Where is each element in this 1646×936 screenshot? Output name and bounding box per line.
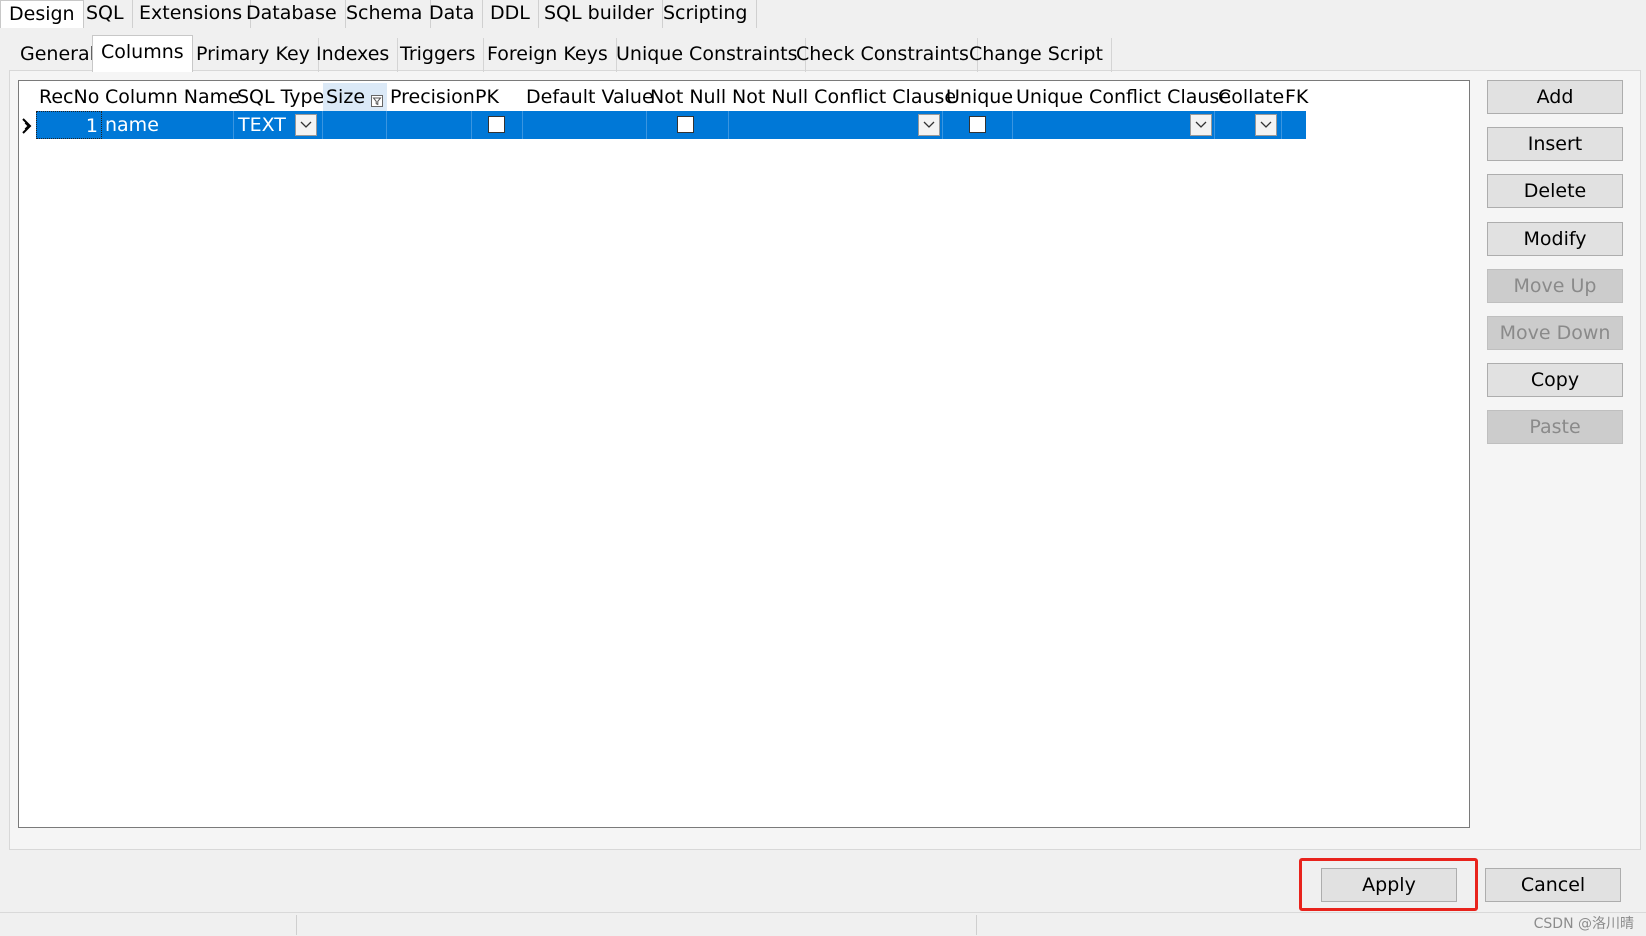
sql-type-dropdown-button[interactable] [295, 114, 317, 136]
table-row[interactable]: 1 name TEXT [36, 111, 1306, 139]
insert-button[interactable]: Insert [1487, 127, 1623, 161]
watermark-text: CSDN @洛川晴 [1533, 916, 1634, 932]
tab-data[interactable]: Data [421, 0, 484, 28]
tab-unique-constraints[interactable]: Unique Constraints [608, 38, 807, 72]
cell-default-value[interactable] [523, 111, 647, 139]
cell-sql-type[interactable]: TEXT [234, 111, 323, 139]
editor-tab-bar: Design SQL Extensions Database Schema Da… [0, 0, 1646, 28]
tab-general[interactable]: General [12, 38, 104, 72]
header-precision[interactable]: Precision [387, 83, 475, 111]
header-fk[interactable]: FK [1282, 83, 1342, 111]
modify-button[interactable]: Modify [1487, 222, 1623, 256]
header-default-value[interactable]: Default Value [523, 83, 654, 111]
cell-not-null[interactable] [647, 111, 729, 139]
status-separator [296, 915, 297, 935]
header-not-null[interactable]: Not Null [647, 83, 729, 111]
cell-unique[interactable] [943, 111, 1013, 139]
tab-primary-key[interactable]: Primary Key [188, 38, 319, 72]
tab-sql-builder[interactable]: SQL builder [536, 0, 663, 28]
paste-button[interactable]: Paste [1487, 410, 1623, 444]
chevron-down-icon [1195, 121, 1207, 128]
tab-database[interactable]: Database [238, 0, 346, 28]
unique-checkbox[interactable] [969, 116, 986, 133]
tab-check-constraints[interactable]: Check Constraints [788, 38, 978, 72]
header-size[interactable]: Size [323, 83, 387, 111]
header-size-label: Size [326, 86, 366, 108]
cell-precision[interactable] [387, 111, 472, 139]
collate-dropdown-button[interactable] [1255, 114, 1277, 136]
tab-design[interactable]: Design [0, 0, 84, 28]
header-sql-type[interactable]: SQL Type [234, 83, 324, 111]
tab-schema[interactable]: Schema [338, 0, 432, 28]
status-bar [0, 912, 1646, 936]
filter-icon[interactable] [371, 87, 383, 107]
header-recno[interactable]: RecNo [36, 83, 102, 111]
chevron-down-icon [1260, 121, 1272, 128]
add-button[interactable]: Add [1487, 80, 1623, 114]
header-unique[interactable]: Unique [943, 83, 1013, 111]
tab-columns[interactable]: Columns [92, 35, 193, 72]
cancel-button[interactable]: Cancel [1485, 868, 1621, 902]
move-up-button[interactable]: Move Up [1487, 269, 1623, 303]
cell-recno[interactable]: 1 [36, 111, 102, 139]
cell-fk[interactable] [1282, 111, 1306, 139]
unique-conflict-dropdown-button[interactable] [1190, 114, 1212, 136]
cell-column-name[interactable]: name [102, 111, 234, 139]
header-column-name[interactable]: Column Name [102, 83, 240, 111]
header-not-null-conflict-clause[interactable]: Not Null Conflict Clause [729, 83, 956, 111]
cell-collate[interactable] [1215, 111, 1282, 139]
not-null-checkbox[interactable] [677, 116, 694, 133]
cell-not-null-conflict-clause[interactable] [729, 111, 943, 139]
sql-type-value: TEXT [238, 114, 286, 136]
current-row-indicator-icon [22, 117, 32, 134]
tab-change-script[interactable]: Change Script [961, 38, 1112, 72]
tab-scripting[interactable]: Scripting [655, 0, 757, 28]
header-pk[interactable]: PK [472, 83, 523, 111]
chevron-down-icon [300, 121, 312, 128]
not-null-conflict-dropdown-button[interactable] [918, 114, 940, 136]
cell-pk[interactable] [472, 111, 523, 139]
chevron-down-icon [923, 121, 935, 128]
tab-ddl[interactable]: DDL [482, 0, 539, 28]
tab-sql[interactable]: SQL [78, 0, 133, 28]
delete-button[interactable]: Delete [1487, 174, 1623, 208]
tab-indexes[interactable]: Indexes [308, 38, 399, 72]
move-down-button[interactable]: Move Down [1487, 316, 1623, 350]
status-separator [976, 915, 977, 935]
pk-checkbox[interactable] [488, 116, 505, 133]
cell-unique-conflict-clause[interactable] [1013, 111, 1215, 139]
tab-triggers[interactable]: Triggers [392, 38, 485, 72]
cell-size[interactable] [323, 111, 387, 139]
header-collate[interactable]: Collate [1215, 83, 1284, 111]
apply-button[interactable]: Apply [1321, 868, 1457, 902]
columns-grid[interactable]: RecNo Column Name SQL Type Size Precisio… [18, 80, 1470, 828]
copy-button[interactable]: Copy [1487, 363, 1623, 397]
tab-extensions[interactable]: Extensions [131, 0, 252, 28]
tab-foreign-keys[interactable]: Foreign Keys [479, 38, 617, 72]
header-unique-conflict-clause[interactable]: Unique Conflict Clause [1013, 83, 1231, 111]
